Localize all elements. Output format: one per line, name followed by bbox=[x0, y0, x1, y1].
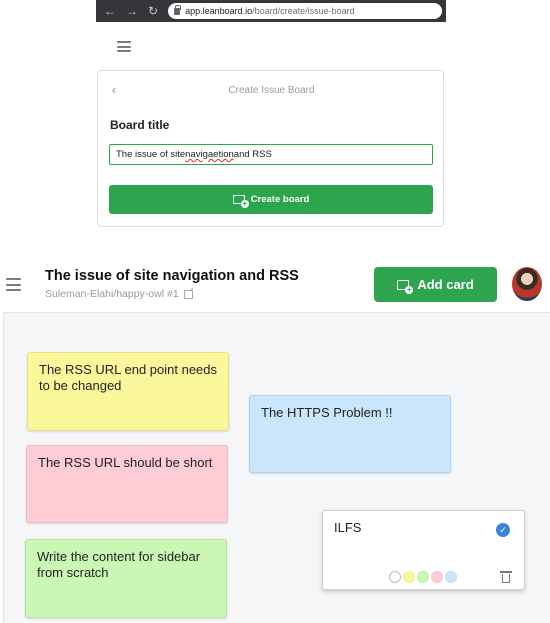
create-board-label: Create board bbox=[250, 194, 310, 205]
sticky-note[interactable]: The RSS URL end point needs to be change… bbox=[27, 352, 229, 431]
add-card-label: Add card bbox=[417, 277, 474, 292]
forward-arrow-icon[interactable]: → bbox=[126, 5, 138, 17]
hamburger-menu-icon[interactable] bbox=[6, 278, 21, 291]
sticky-note[interactable]: The RSS URL should be short bbox=[26, 445, 228, 523]
note-text: The RSS URL end point needs to be change… bbox=[39, 362, 218, 393]
sticky-note[interactable]: Write the content for sidebar from scrat… bbox=[25, 539, 227, 618]
lock-icon bbox=[174, 4, 182, 15]
note-text: The HTTPS Problem !! bbox=[261, 405, 393, 420]
board-title: The issue of site navigation and RSS bbox=[45, 268, 299, 284]
url-path: /board/create/issue-board bbox=[252, 6, 355, 16]
address-bar[interactable]: app.leanboard.io/board/create/issue-boar… bbox=[168, 3, 442, 19]
panel-title: Create Issue Board bbox=[228, 85, 315, 96]
create-board-panel: ‹ Create Issue Board Board title The iss… bbox=[97, 70, 444, 227]
create-board-button[interactable]: Create board bbox=[109, 185, 433, 214]
board-title-input[interactable]: The issue of site navigaetion and RSS bbox=[109, 144, 433, 165]
note-text[interactable]: ILFS bbox=[334, 520, 361, 535]
input-text-pre: The issue of site bbox=[116, 149, 186, 160]
color-picker bbox=[389, 571, 457, 583]
add-card-button[interactable]: Add card bbox=[374, 267, 497, 302]
board-subtitle: Suleman-Elahi/happy-owl #1 bbox=[45, 288, 193, 300]
note-text: The RSS URL should be short bbox=[38, 455, 213, 470]
url-text: app.leanboard.io/board/create/issue-boar… bbox=[185, 6, 355, 16]
url-host: app.leanboard.io bbox=[185, 6, 253, 16]
hamburger-menu-icon[interactable] bbox=[117, 41, 131, 52]
board-title-label: Board title bbox=[110, 118, 170, 132]
check-icon[interactable]: ✓ bbox=[496, 523, 510, 537]
note-text: Write the content for sidebar from scrat… bbox=[37, 549, 201, 580]
color-option-blue[interactable] bbox=[445, 571, 457, 583]
add-card-icon bbox=[232, 195, 249, 208]
input-text-misspelled: navigaetion bbox=[185, 149, 234, 160]
color-option-white[interactable] bbox=[389, 571, 401, 583]
trash-icon[interactable] bbox=[500, 571, 512, 583]
color-option-green[interactable] bbox=[417, 571, 429, 583]
color-option-pink[interactable] bbox=[431, 571, 443, 583]
reload-icon[interactable]: ↻ bbox=[148, 5, 158, 17]
sticky-note[interactable]: The HTTPS Problem !! bbox=[249, 395, 451, 473]
browser-toolbar: ← → ↻ app.leanboard.io/board/create/issu… bbox=[96, 0, 446, 22]
back-arrow-icon[interactable]: ← bbox=[104, 5, 116, 17]
avatar[interactable] bbox=[512, 267, 542, 301]
sticky-note-selected[interactable]: ILFS ✓ bbox=[322, 510, 525, 590]
external-link-icon[interactable] bbox=[183, 289, 193, 299]
input-text-post: and RSS bbox=[233, 149, 272, 160]
add-card-icon bbox=[397, 279, 414, 294]
color-option-yellow[interactable] bbox=[403, 571, 415, 583]
repo-link[interactable]: Suleman-Elahi/happy-owl #1 bbox=[45, 288, 179, 300]
